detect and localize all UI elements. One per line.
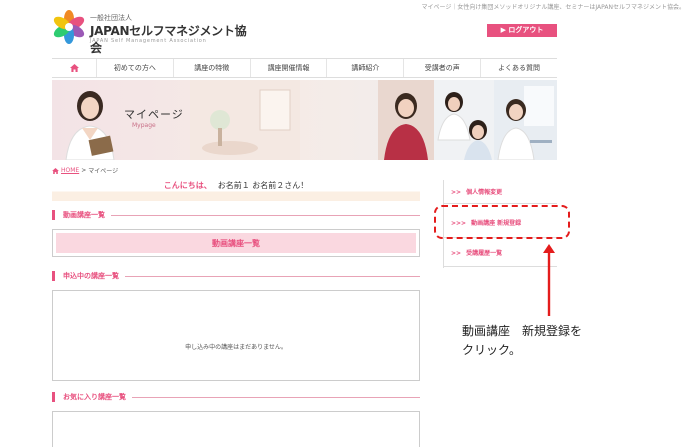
- section-applying-heading: 申込中の講座一覧: [52, 271, 420, 281]
- greeting-hello: こんにちは、: [163, 181, 212, 190]
- main-nav: 初めての方へ 講座の特徴 講座開催情報 講師紹介 受講者の声 よくある質問: [52, 58, 557, 78]
- section-marker: [52, 392, 55, 402]
- chevron-right-icon: >>: [451, 250, 462, 257]
- banner-photo-group: [434, 80, 494, 160]
- banner-room-image: [190, 80, 300, 160]
- page-subtitle: Mypage: [132, 122, 156, 129]
- nav-instructors[interactable]: 講師紹介: [326, 59, 403, 77]
- annotation-line-2: クリック。: [462, 343, 522, 357]
- site-tagline: マイページ｜女性向け集団メソッドオリジナル講座、セミナーはJAPANセルフマネジ…: [421, 4, 685, 11]
- highlight-frame: [434, 205, 570, 239]
- logout-button[interactable]: ▶ ログアウト: [487, 24, 557, 37]
- breadcrumb: HOME > マイページ: [52, 166, 118, 175]
- section-divider: [132, 396, 420, 398]
- nav-faq[interactable]: よくある質問: [480, 59, 557, 77]
- side-item-history[interactable]: >> 受講履歴一覧: [443, 248, 557, 257]
- nav-home[interactable]: [52, 59, 96, 77]
- side-item-label: 個人情報変更: [466, 189, 503, 196]
- section-divider: [125, 275, 420, 277]
- page-title: マイページ: [124, 108, 184, 121]
- section-marker: [52, 210, 55, 220]
- logo-english: JAPAN Self Management Association: [90, 38, 207, 44]
- nav-first-visit[interactable]: 初めての方へ: [96, 59, 173, 77]
- empty-message: 申し込み中の講座はまだありません。: [185, 344, 287, 351]
- side-item-label: 受講履歴一覧: [466, 250, 503, 257]
- section-favorites-title: お気に入り講座一覧: [63, 392, 126, 401]
- banner-woman-image: [65, 91, 115, 160]
- nav-schedule[interactable]: 講座開催情報: [249, 59, 327, 77]
- breadcrumb-home-icon: [52, 167, 59, 174]
- site-logo[interactable]: 一般社団法人 JAPANセルフマネジメント協会 JAPAN Self Manag…: [52, 10, 252, 55]
- chevron-right-icon: >>: [451, 189, 462, 196]
- banner-photos: [378, 80, 557, 160]
- applying-course-box: 申し込み中の講座はまだありません。: [52, 290, 420, 381]
- breadcrumb-home-link[interactable]: HOME: [61, 167, 79, 174]
- page-banner: マイページ Mypage: [52, 80, 557, 160]
- side-menu-divider: [443, 203, 557, 204]
- nav-testimonials[interactable]: 受講者の声: [403, 59, 480, 77]
- arrow-up-icon: [543, 244, 555, 316]
- side-menu-divider: [443, 266, 557, 267]
- section-marker: [52, 271, 55, 281]
- banner-photo-office: [494, 80, 557, 160]
- breadcrumb-separator: >: [81, 167, 87, 174]
- side-item-profile-edit[interactable]: >> 個人情報変更: [443, 187, 557, 196]
- section-video-title: 動画講座一覧: [63, 210, 105, 219]
- logo-flower-icon: [53, 10, 85, 44]
- section-divider: [111, 214, 420, 216]
- section-applying-title: 申込中の講座一覧: [63, 271, 119, 280]
- annotation-note: 動画講座 新規登録を クリック。: [462, 322, 582, 360]
- video-course-box: 動画講座一覧: [52, 229, 420, 257]
- annotation-line-1: 動画講座 新規登録を: [462, 324, 583, 338]
- section-video-heading: 動画講座一覧: [52, 210, 420, 220]
- nav-features[interactable]: 講座の特徴: [172, 59, 250, 77]
- favorites-course-box: [52, 411, 420, 447]
- banner-photo-teacher: [378, 80, 434, 160]
- breadcrumb-current: マイページ: [88, 168, 119, 175]
- greeting-username: お名前１ お名前２さん！: [217, 181, 309, 190]
- greeting-banner: こんにちは、 お名前１ お名前２さん！: [52, 180, 420, 201]
- section-favorites-heading: お気に入り講座一覧: [52, 392, 420, 402]
- video-course-list-button[interactable]: 動画講座一覧: [56, 233, 416, 253]
- home-icon: [69, 64, 79, 72]
